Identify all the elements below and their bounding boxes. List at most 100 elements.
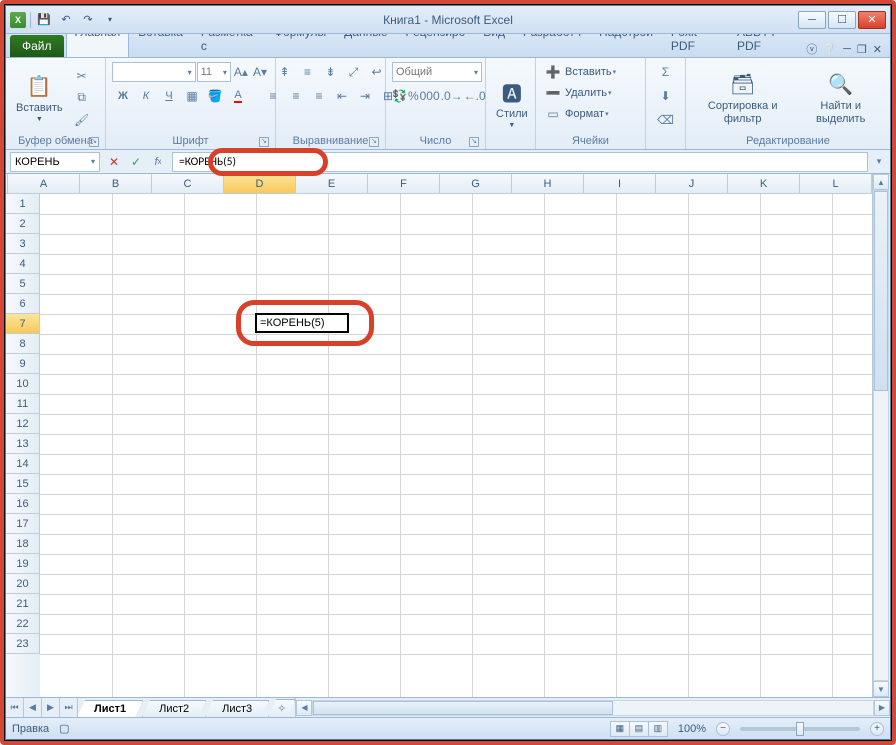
close-button[interactable]: ✕ [858,11,886,29]
column-header-J[interactable]: J [656,174,728,193]
zoom-slider[interactable] [740,727,860,731]
row-header-5[interactable]: 5 [6,274,40,294]
sheet-nav-prev[interactable]: ◀ [24,698,42,717]
align-top-button[interactable]: ⇞ [274,62,296,82]
page-break-view-button[interactable]: ▥ [648,721,668,737]
sheet-tab-0[interactable]: Лист1 [77,700,143,717]
row-header-8[interactable]: 8 [6,334,40,354]
qat-customize[interactable]: ▾ [101,11,119,29]
font-launcher[interactable]: ↘ [259,137,269,147]
cells-area[interactable]: =КОРЕНЬ(5) [40,194,872,697]
align-center-button[interactable]: ≡ [285,86,307,106]
number-format-combo[interactable]: Общий▾ [392,62,482,82]
file-tab[interactable]: Файл [10,35,64,57]
macro-record-icon[interactable]: ▢ [59,722,69,735]
grow-font-button[interactable]: A▴ [232,62,250,82]
bold-button[interactable]: Ж [112,86,134,106]
horizontal-scrollbar[interactable]: ◀ ▶ [295,698,890,717]
shrink-font-button[interactable]: A▾ [251,62,269,82]
scroll-down-button[interactable]: ▼ [873,681,889,697]
alignment-launcher[interactable]: ↘ [369,137,379,147]
align-left-button[interactable]: ≡ [262,86,284,106]
scroll-up-button[interactable]: ▲ [873,174,889,190]
row-header-11[interactable]: 11 [6,394,40,414]
column-header-L[interactable]: L [800,174,872,193]
sheet-tab-2[interactable]: Лист3 [205,700,269,717]
column-header-D[interactable]: D [224,174,296,193]
ribbon-minimize-icon[interactable]: ⓥ [806,41,817,57]
minimize-button[interactable]: ─ [798,11,826,29]
percent-format-button[interactable]: % [408,86,419,106]
fill-color-button[interactable]: 🪣 [204,86,226,106]
column-header-K[interactable]: K [728,174,800,193]
decrease-indent-button[interactable]: ⇤ [331,86,353,106]
zoom-in-button[interactable]: + [870,722,884,736]
column-header-E[interactable]: E [296,174,368,193]
row-header-7[interactable]: 7 [6,314,40,334]
find-select-button[interactable]: 🔍 Найти и выделить [797,68,884,126]
row-header-12[interactable]: 12 [6,414,40,434]
row-header-17[interactable]: 17 [6,514,40,534]
fill-button[interactable]: ⬇ [655,86,677,106]
help-icon[interactable]: ❔ [823,43,837,56]
column-header-F[interactable]: F [368,174,440,193]
row-header-4[interactable]: 4 [6,254,40,274]
insert-function-button[interactable]: fx [148,152,168,172]
cancel-entry-button[interactable]: ✕ [104,152,124,172]
wrap-text-button[interactable]: ↩ [366,62,388,82]
insert-cells-button[interactable]: ➕ [542,62,564,82]
cut-button[interactable]: ✂ [71,66,93,86]
undo-button[interactable]: ↶ [57,11,75,29]
redo-button[interactable]: ↷ [79,11,97,29]
row-header-9[interactable]: 9 [6,354,40,374]
font-size-combo[interactable]: 11▾ [197,62,231,82]
hscroll-thumb[interactable] [313,701,613,715]
sheet-nav-first[interactable]: ⏮ [6,698,24,717]
new-sheet-button[interactable]: ✧ [268,699,295,717]
row-header-16[interactable]: 16 [6,494,40,514]
enter-entry-button[interactable]: ✓ [126,152,146,172]
worksheet-grid[interactable]: ABCDEFGHIJKL 123456789101112131415161718… [6,174,872,697]
styles-button[interactable]: 🅰 Стили ▼ [492,76,532,131]
vscroll-thumb[interactable] [874,191,888,391]
border-button[interactable]: ▦ [181,86,203,106]
clear-button[interactable]: ⌫ [655,110,677,130]
decrease-decimal-button[interactable]: ←.0 [464,86,486,106]
sort-filter-button[interactable]: 🗃 Сортировка и фильтр [692,68,793,126]
row-header-3[interactable]: 3 [6,234,40,254]
orientation-button[interactable]: ⤢ [343,62,365,82]
row-header-13[interactable]: 13 [6,434,40,454]
column-header-C[interactable]: C [152,174,224,193]
font-name-combo[interactable]: ▾ [112,62,196,82]
row-header-15[interactable]: 15 [6,474,40,494]
row-header-6[interactable]: 6 [6,294,40,314]
align-middle-button[interactable]: ≡ [297,62,319,82]
row-header-20[interactable]: 20 [6,574,40,594]
italic-button[interactable]: К [135,86,157,106]
column-header-A[interactable]: A [8,174,80,193]
copy-button[interactable]: ⧉ [71,88,93,108]
column-header-G[interactable]: G [440,174,512,193]
zoom-out-button[interactable]: − [716,722,730,736]
paste-button[interactable]: 📋 Вставить ▼ [12,70,67,125]
delete-cells-button[interactable]: ➖ [542,83,564,103]
row-header-23[interactable]: 23 [6,634,40,654]
row-header-22[interactable]: 22 [6,614,40,634]
column-header-H[interactable]: H [512,174,584,193]
zoom-thumb[interactable] [796,722,804,736]
workbook-minimize[interactable]: ─ [843,43,851,55]
row-header-18[interactable]: 18 [6,534,40,554]
sheet-nav-last[interactable]: ⏭ [60,698,78,717]
scroll-right-button[interactable]: ▶ [874,700,890,716]
font-color-button[interactable]: A [227,86,249,106]
number-launcher[interactable]: ↘ [469,137,479,147]
increase-indent-button[interactable]: ⇥ [354,86,376,106]
normal-view-button[interactable]: ▦ [610,721,630,737]
column-header-I[interactable]: I [584,174,656,193]
autosum-button[interactable]: Σ [655,62,677,82]
increase-decimal-button[interactable]: .0→ [441,86,463,106]
workbook-close[interactable]: ✕ [873,43,882,56]
clipboard-launcher[interactable]: ↘ [89,137,99,147]
row-header-14[interactable]: 14 [6,454,40,474]
format-painter-button[interactable]: 🖌 [71,110,93,130]
